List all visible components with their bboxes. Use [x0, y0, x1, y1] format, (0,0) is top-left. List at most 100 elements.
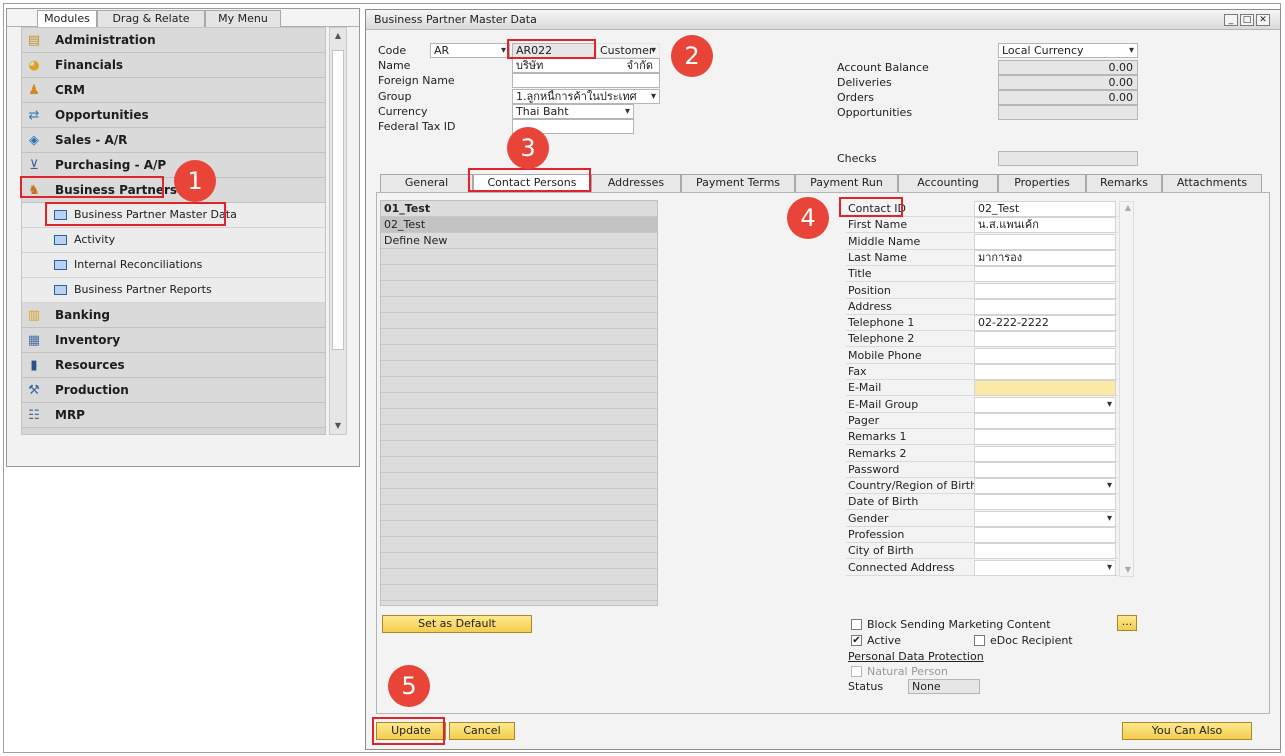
local-currency-select[interactable]: Local Currency	[998, 43, 1138, 58]
contact-list-row[interactable]	[381, 297, 657, 313]
contact-list-row[interactable]	[381, 425, 657, 441]
scroll-up-icon[interactable]: ▲	[1120, 203, 1136, 212]
tab-payment-run[interactable]: Payment Run	[795, 174, 898, 192]
you-can-also-button[interactable]: You Can Also	[1122, 722, 1252, 740]
module-inventory[interactable]: ▦ Inventory	[22, 328, 325, 353]
contact-list-row[interactable]	[381, 393, 657, 409]
field-value[interactable]	[974, 461, 1116, 478]
field-value[interactable]	[974, 396, 1116, 413]
field-value[interactable]	[974, 233, 1116, 250]
contact-list-row[interactable]	[381, 441, 657, 457]
field-value[interactable]	[974, 445, 1116, 462]
field-value[interactable]	[974, 282, 1116, 299]
module-financials[interactable]: ◕ Financials	[22, 53, 325, 78]
contact-list-row[interactable]	[381, 345, 657, 361]
field-value[interactable]	[974, 380, 1116, 397]
modules-scrollbar[interactable]: ▲ ▼	[329, 27, 347, 435]
module-resources[interactable]: ▮ Resources	[22, 353, 325, 378]
module-mrp[interactable]: ☷ MRP	[22, 403, 325, 428]
module-crm[interactable]: ♟ CRM	[22, 78, 325, 103]
submenu-bp-reports[interactable]: Business Partner Reports	[22, 278, 325, 303]
code-series-select[interactable]: AR	[430, 43, 510, 58]
module-opportunities[interactable]: ⇄ Opportunities	[22, 103, 325, 128]
tab-accounting[interactable]: Accounting	[898, 174, 998, 192]
contact-list-row[interactable]	[381, 473, 657, 489]
tab-addresses[interactable]: Addresses	[591, 174, 681, 192]
group-select[interactable]: 1.ลูกหนี้การค้าในประเทศ	[512, 89, 660, 104]
field-value[interactable]	[974, 543, 1116, 560]
contact-list-row[interactable]	[381, 329, 657, 345]
field-value[interactable]	[974, 478, 1116, 495]
foreign-name-field[interactable]	[512, 73, 660, 88]
contact-list-row[interactable]	[381, 409, 657, 425]
contact-list-row[interactable]: 01_Test	[381, 201, 657, 217]
contact-list-row[interactable]	[381, 265, 657, 281]
contact-list-row[interactable]	[381, 505, 657, 521]
field-value[interactable]	[974, 510, 1116, 527]
field-value[interactable]: 02_Test	[974, 201, 1116, 217]
submenu-internal-reconciliations[interactable]: Internal Reconciliations	[22, 253, 325, 278]
contact-list-row[interactable]	[381, 489, 657, 505]
module-administration[interactable]: ▤ Administration	[22, 28, 325, 53]
contact-list-row[interactable]: 02_Test	[381, 217, 657, 233]
field-value[interactable]	[974, 266, 1116, 283]
natural-person-checkbox[interactable]	[851, 666, 862, 677]
tab-drag-relate[interactable]: Drag & Relate	[97, 10, 205, 27]
set-as-default-button[interactable]: Set as Default	[382, 615, 532, 633]
active-checkbox[interactable]: ✔	[851, 635, 862, 646]
contact-list-row[interactable]	[381, 313, 657, 329]
contact-list-row[interactable]	[381, 521, 657, 537]
tab-general[interactable]: General	[380, 174, 473, 192]
contact-list-row[interactable]	[381, 281, 657, 297]
more-options-button[interactable]: ...	[1117, 615, 1137, 631]
contact-list-row[interactable]	[381, 249, 657, 265]
block-marketing-checkbox[interactable]	[851, 619, 862, 630]
minimize-icon[interactable]: _	[1224, 14, 1238, 26]
contact-list-row[interactable]	[381, 457, 657, 473]
module-production[interactable]: ⚒ Production	[22, 378, 325, 403]
fields-scrollbar[interactable]: ▲ ▼	[1119, 201, 1134, 577]
contact-list-row[interactable]	[381, 361, 657, 377]
maximize-icon[interactable]: □	[1240, 14, 1254, 26]
field-value[interactable]	[974, 412, 1116, 429]
tab-modules[interactable]: Modules	[37, 10, 97, 28]
personal-data-protection-link[interactable]: Personal Data Protection	[848, 650, 984, 663]
module-purchasing[interactable]: ⊻ Purchasing - A/P	[22, 153, 325, 178]
bp-type-select[interactable]: Customer	[596, 43, 660, 58]
field-value[interactable]	[974, 364, 1116, 380]
field-value[interactable]: น.ส.แพนเค้ก	[974, 217, 1116, 234]
scroll-up-icon[interactable]: ▲	[330, 31, 346, 40]
contact-list-row[interactable]	[381, 553, 657, 569]
field-value[interactable]	[974, 527, 1116, 543]
field-value[interactable]: 02-222-2222	[974, 315, 1116, 332]
scroll-thumb[interactable]	[332, 50, 344, 350]
field-value[interactable]	[974, 347, 1116, 364]
tab-attachments[interactable]: Attachments	[1162, 174, 1262, 192]
field-value[interactable]	[974, 429, 1116, 446]
scroll-down-icon[interactable]: ▼	[330, 421, 346, 430]
field-value[interactable]	[974, 559, 1116, 576]
edoc-recipient-checkbox[interactable]	[974, 635, 985, 646]
contact-list-row[interactable]	[381, 569, 657, 585]
name-field[interactable]: บริษัท จำกัด	[512, 58, 660, 73]
module-sales[interactable]: ◈ Sales - A/R	[22, 128, 325, 153]
submenu-activity[interactable]: Activity	[22, 228, 325, 253]
field-value[interactable]: มาการอง	[974, 249, 1116, 266]
contact-list-row[interactable]	[381, 377, 657, 393]
currency-select[interactable]: Thai Baht	[512, 104, 634, 119]
field-value[interactable]	[974, 331, 1116, 348]
tab-properties[interactable]: Properties	[998, 174, 1086, 192]
module-banking[interactable]: ▥ Banking	[22, 303, 325, 328]
tab-payment-terms[interactable]: Payment Terms	[681, 174, 795, 192]
field-value[interactable]	[974, 298, 1116, 315]
close-icon[interactable]: ✕	[1256, 14, 1270, 26]
field-value[interactable]	[974, 494, 1116, 511]
cancel-button[interactable]: Cancel	[449, 722, 515, 740]
scroll-down-icon[interactable]: ▼	[1120, 565, 1136, 574]
tab-remarks[interactable]: Remarks	[1086, 174, 1162, 192]
contact-list-row[interactable]	[381, 585, 657, 601]
tab-my-menu[interactable]: My Menu	[205, 10, 281, 27]
contact-list-row[interactable]: Define New	[381, 233, 657, 249]
field-label: Mobile Phone	[848, 348, 922, 362]
contact-list-row[interactable]	[381, 537, 657, 553]
